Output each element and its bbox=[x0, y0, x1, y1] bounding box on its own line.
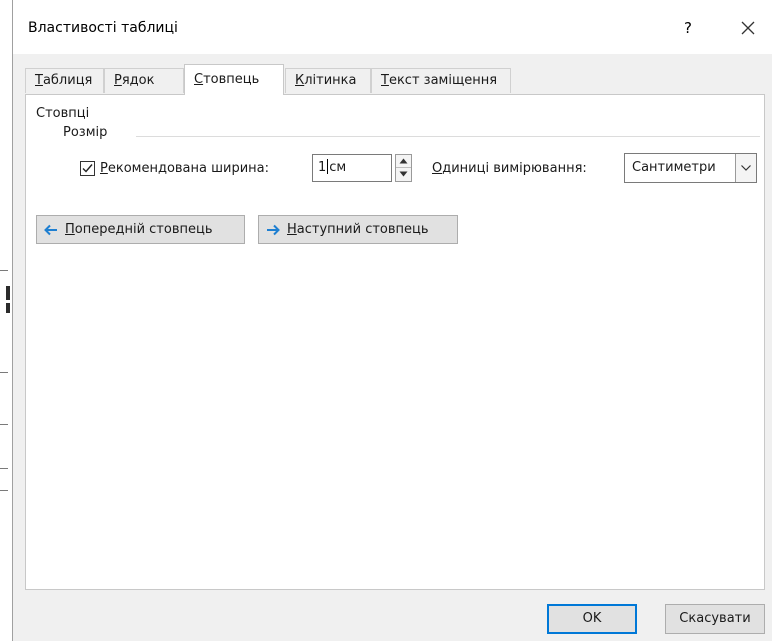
group-label-size: Розмір bbox=[63, 125, 108, 140]
tab-row-label: ядок bbox=[121, 73, 155, 88]
tab-table-mnemonic: Т bbox=[35, 73, 43, 88]
dialog-title: Властивості таблиці bbox=[28, 20, 178, 36]
tab-row-mnemonic: Р bbox=[114, 73, 122, 88]
background-line bbox=[0, 490, 8, 491]
close-button[interactable] bbox=[731, 14, 765, 42]
tab-table-label: аблиця bbox=[42, 73, 93, 88]
tab-column-label: товпець bbox=[203, 72, 260, 87]
previous-column-label: опередній стовпець bbox=[74, 222, 213, 237]
units-selected-value: Сантиметри bbox=[632, 160, 716, 175]
arrow-left-icon bbox=[44, 224, 57, 236]
preferred-width-checkbox[interactable] bbox=[80, 161, 95, 176]
background-line bbox=[0, 468, 8, 469]
tab-row[interactable]: Рядок bbox=[104, 68, 184, 93]
background-mark bbox=[6, 286, 10, 300]
tab-table[interactable]: Таблиця bbox=[25, 68, 104, 93]
group-divider bbox=[136, 136, 760, 137]
table-properties-dialog: Властивості таблиці ? Таблиця Рядок Стов… bbox=[12, 0, 772, 641]
next-column-label: аступний стовпець bbox=[296, 222, 429, 237]
preferred-width-label: Рекомендована ширина: bbox=[100, 161, 269, 176]
cancel-button[interactable]: Скасувати bbox=[665, 604, 765, 634]
chevron-down-icon bbox=[741, 165, 751, 171]
next-column-button[interactable]: Наступний стовпець bbox=[258, 215, 458, 244]
column-tab-panel: Стовпці Розмір Рекомендована ширина: 1 см… bbox=[25, 94, 765, 590]
arrow-right-icon bbox=[267, 224, 280, 236]
background-line bbox=[0, 424, 8, 425]
tab-alt-text[interactable]: Текст заміщення bbox=[371, 68, 511, 93]
width-value-number: 1 bbox=[318, 160, 327, 175]
title-bar: Властивості таблиці ? bbox=[13, 0, 772, 54]
tab-strip: Таблиця Рядок Стовпець Клітинка Текст за… bbox=[25, 64, 765, 95]
next-column-mnemonic: Н bbox=[287, 222, 297, 237]
tab-cell-label: літинка bbox=[304, 73, 357, 88]
background-line bbox=[0, 372, 8, 373]
section-label-columns: Стовпці bbox=[36, 106, 90, 121]
background-line bbox=[0, 270, 8, 271]
background-document-edge bbox=[0, 0, 12, 641]
units-label-text: диниці вимірювання: bbox=[442, 161, 587, 176]
tab-column-mnemonic: С bbox=[194, 72, 204, 87]
units-mnemonic: О bbox=[432, 161, 443, 176]
previous-column-button[interactable]: Попередній стовпець bbox=[36, 215, 245, 244]
spin-up-button[interactable] bbox=[396, 155, 411, 168]
preferred-width-label-text: екомендована ширина: bbox=[107, 161, 270, 176]
units-dropdown[interactable]: Сантиметри bbox=[624, 153, 757, 183]
triangle-up-icon bbox=[399, 158, 408, 164]
triangle-down-icon bbox=[399, 171, 408, 177]
tab-alt-text-label: екст заміщення bbox=[388, 73, 498, 88]
help-button[interactable]: ? bbox=[673, 14, 703, 42]
preferred-width-mnemonic: Р bbox=[100, 161, 108, 176]
width-value-unit: см bbox=[329, 160, 347, 175]
spin-down-button[interactable] bbox=[396, 168, 411, 181]
units-label: Одиниці вимірювання: bbox=[432, 161, 587, 176]
tab-column[interactable]: Стовпець bbox=[184, 64, 284, 95]
close-icon bbox=[741, 21, 755, 35]
tab-cell[interactable]: Клітинка bbox=[285, 68, 371, 93]
background-mark bbox=[6, 303, 10, 313]
ok-button[interactable]: OK bbox=[547, 604, 637, 634]
dropdown-arrow[interactable] bbox=[735, 154, 756, 182]
tab-cell-mnemonic: К bbox=[295, 73, 305, 88]
preferred-width-input[interactable]: 1 см bbox=[312, 154, 392, 182]
previous-column-mnemonic: П bbox=[65, 222, 75, 237]
tab-alt-text-mnemonic: Т bbox=[381, 73, 389, 88]
width-spinner bbox=[395, 154, 412, 182]
checkmark-icon bbox=[82, 164, 93, 173]
